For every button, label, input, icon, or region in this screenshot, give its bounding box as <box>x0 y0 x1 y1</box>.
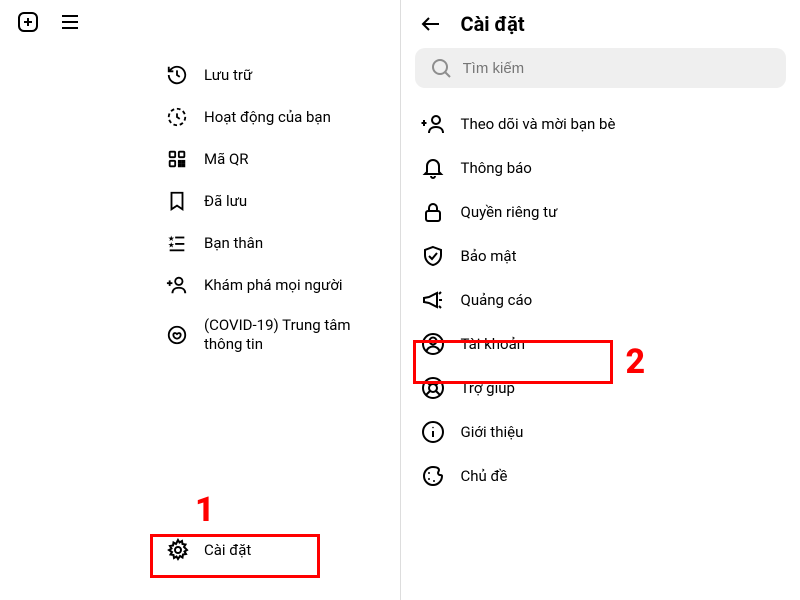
page-title: Cài đặt <box>461 12 525 36</box>
bell-icon <box>421 156 445 180</box>
settings-theme[interactable]: Chủ đề <box>401 454 800 498</box>
shield-icon <box>421 244 445 268</box>
settings-item-label: Quyền riêng tư <box>461 203 558 222</box>
hamburger-icon[interactable] <box>58 10 82 34</box>
settings-item-label: Giới thiệu <box>461 423 524 442</box>
new-post-icon[interactable] <box>16 10 40 34</box>
history-icon <box>166 64 188 86</box>
menu-item-label: Đã lưu <box>204 192 247 211</box>
megaphone-icon <box>421 288 445 312</box>
settings-notifications[interactable]: Thông báo <box>401 146 800 190</box>
menu-saved[interactable]: Đã lưu <box>150 180 400 222</box>
menu-item-label: Mã QR <box>204 150 249 169</box>
step-2-highlight <box>413 340 613 384</box>
close-friends-icon: ★★ <box>166 232 188 254</box>
menu-item-label: Hoạt động của bạn <box>204 108 331 127</box>
menu-activity[interactable]: Hoạt động của bạn <box>150 96 400 138</box>
settings-pane: Cài đặt Theo dõi và mời bạn bè Thông báo <box>401 0 800 600</box>
covid-icon <box>166 324 188 346</box>
saved-icon <box>166 190 188 212</box>
menu-item-label: Lưu trữ <box>204 66 252 85</box>
info-icon <box>421 420 445 444</box>
settings-item-label: Chủ đề <box>461 467 508 486</box>
menu-archive[interactable]: Lưu trữ <box>150 54 400 96</box>
settings-item-label: Bảo mật <box>461 247 517 266</box>
settings-privacy[interactable]: Quyền riêng tư <box>401 190 800 234</box>
menu-covid[interactable]: (COVID-19) Trung tâm thông tin <box>150 306 400 364</box>
menu-item-label: (COVID-19) Trung tâm thông tin <box>204 316 364 354</box>
follow-invite-icon <box>421 112 445 136</box>
svg-text:★: ★ <box>168 241 175 250</box>
search-icon <box>429 56 453 80</box>
step-1-highlight <box>150 534 320 578</box>
settings-item-label: Quảng cáo <box>461 291 533 310</box>
theme-icon <box>421 464 445 488</box>
search-input[interactable] <box>463 60 773 77</box>
settings-item-label: Thông báo <box>461 159 532 178</box>
menu-item-label: Khám phá mọi người <box>204 276 343 295</box>
menu-item-label: Bạn thân <box>204 234 263 253</box>
settings-security[interactable]: Bảo mật <box>401 234 800 278</box>
search-field[interactable] <box>415 48 787 88</box>
discover-people-icon <box>166 274 188 296</box>
step-1-number: 1 <box>195 490 215 530</box>
menu-qr[interactable]: Mã QR <box>150 138 400 180</box>
settings-item-label: Theo dõi và mời bạn bè <box>461 115 616 134</box>
qr-icon <box>166 148 188 170</box>
profile-menu-pane: Lưu trữ Hoạt động của bạn Mã QR Đã lưu <box>0 0 401 600</box>
menu-close-friends[interactable]: ★★ Bạn thân <box>150 222 400 264</box>
settings-about[interactable]: Giới thiệu <box>401 410 800 454</box>
activity-icon <box>166 106 188 128</box>
lock-icon <box>421 200 445 224</box>
back-icon[interactable] <box>419 12 443 36</box>
settings-ads[interactable]: Quảng cáo <box>401 278 800 322</box>
menu-discover-people[interactable]: Khám phá mọi người <box>150 264 400 306</box>
settings-follow-invite[interactable]: Theo dõi và mời bạn bè <box>401 102 800 146</box>
